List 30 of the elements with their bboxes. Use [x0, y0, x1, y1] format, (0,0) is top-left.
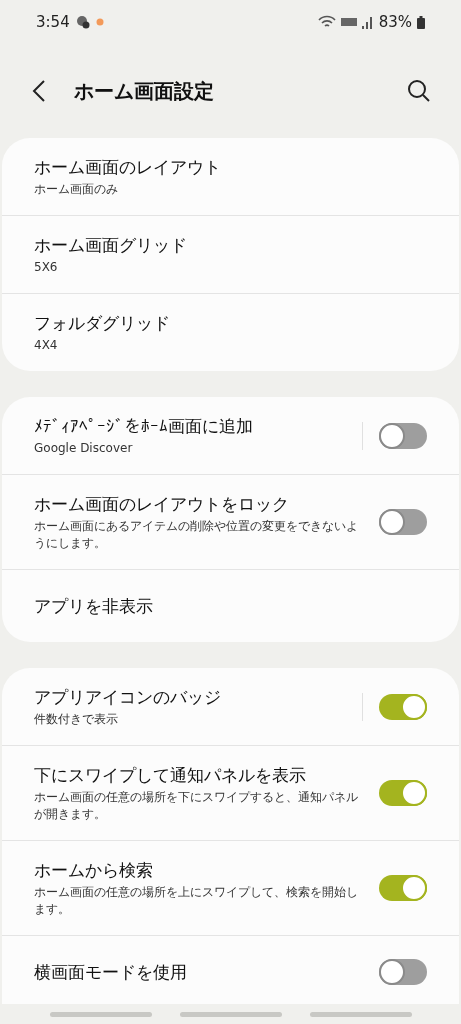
toggle-switch[interactable]: [379, 422, 427, 449]
page-title: ホーム画面設定: [74, 78, 215, 105]
setting-title: ホーム画面グリッド: [34, 234, 188, 257]
setting-title: フォルダグリッド: [34, 312, 171, 335]
setting-title: アプリアイコンのバッジ: [34, 686, 222, 709]
toggle-switch[interactable]: [379, 693, 427, 720]
toggle-switch[interactable]: [379, 509, 427, 535]
signal-icon: [361, 15, 374, 29]
setting-title: 下にスワイプして通知パネルを表示: [34, 764, 307, 787]
setting-description: ホーム画面の任意の場所を上にスワイプして、検索を開始します。: [34, 884, 359, 918]
status-time: 3:54: [36, 11, 70, 33]
battery-icon: [417, 15, 425, 29]
setting-description: Google Discover: [34, 440, 134, 457]
setting-description: 4X4: [34, 337, 59, 354]
setting-description: ホーム画面の任意の場所を下にスワイプすると、通知パネルが開きます。: [34, 789, 359, 823]
toggle-switch[interactable]: [379, 875, 427, 901]
setting-description: 5X6: [34, 259, 59, 276]
toggle-switch[interactable]: [379, 780, 427, 806]
setting-title: ﾒﾃﾞｨｱﾍﾟｰｼﾞをﾎｰﾑ画面に追加: [34, 415, 254, 438]
setting-title: 横画面モードを使用: [34, 961, 188, 984]
setting-title: ホームから検索: [34, 859, 154, 882]
setting-title: ホーム画面のレイアウトをロック: [34, 493, 290, 516]
setting-description: ホーム画面にあるアイテムの削除や位置の変更をできないようにします。: [34, 518, 359, 552]
battery-percentage: 83%: [378, 11, 412, 33]
setting-title: アプリを非表示: [34, 595, 154, 618]
setting-description: 件数付きで表示: [34, 711, 119, 728]
toggle-switch[interactable]: [379, 959, 427, 985]
setting-description: ホーム画面のみ: [34, 181, 119, 198]
wifi-icon: [317, 15, 336, 29]
setting-title: ホーム画面のレイアウト: [34, 156, 222, 179]
